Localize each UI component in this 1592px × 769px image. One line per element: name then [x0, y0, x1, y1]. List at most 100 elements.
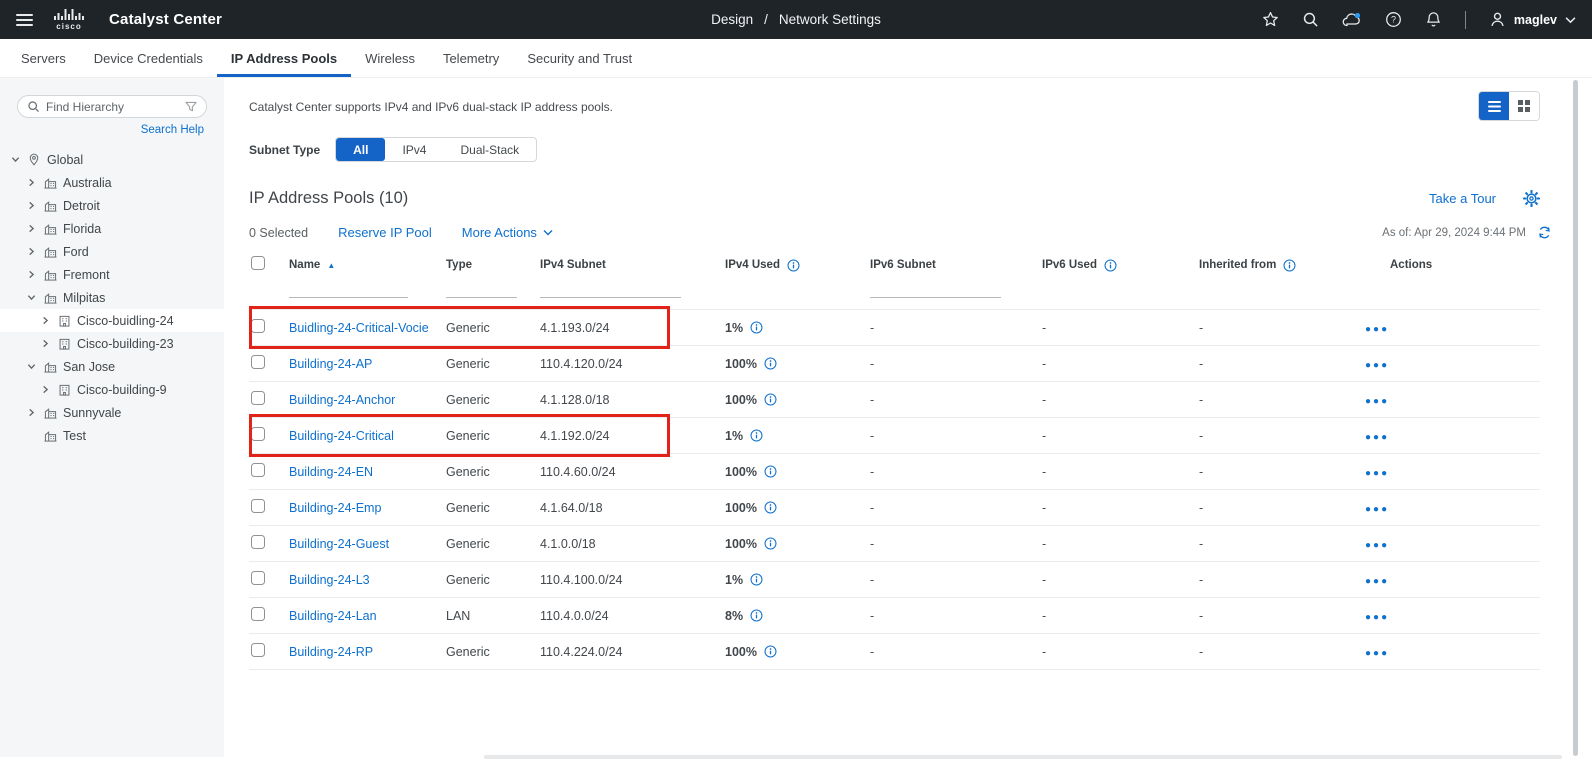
chevron-right-icon[interactable]	[26, 177, 37, 188]
row-checkbox[interactable]	[251, 355, 265, 369]
tree-node-florida[interactable]: Florida	[0, 217, 224, 240]
tree-node-cisco-buidling-24[interactable]: Cisco-buidling-24	[0, 309, 224, 332]
find-hierarchy-input[interactable]	[46, 99, 179, 114]
ipv4-used-info-icon[interactable]	[764, 645, 777, 658]
column-header-ipv4-used[interactable]: IPv4 Used	[725, 259, 870, 272]
filter-input-ipv4-subnet[interactable]	[540, 280, 681, 298]
column-header-ipv6-subnet[interactable]: IPv6 Subnet	[870, 259, 1042, 271]
user-menu[interactable]: maglev	[1489, 11, 1576, 28]
chevron-right-icon[interactable]	[26, 223, 37, 234]
reserve-ip-pool-button[interactable]: Reserve IP Pool	[338, 225, 432, 240]
tree-node-global[interactable]: Global	[0, 148, 224, 171]
pool-name-link[interactable]: Building-24-Critical	[289, 429, 446, 443]
search-icon[interactable]	[1302, 11, 1319, 28]
chevron-right-icon[interactable]	[40, 338, 51, 349]
row-actions-ellipsis-icon[interactable]: ●●●	[1359, 576, 1389, 587]
column-info-icon[interactable]	[787, 259, 800, 272]
pool-name-link[interactable]: Building-24-Lan	[289, 609, 446, 623]
search-help-link[interactable]: Search Help	[0, 124, 224, 136]
ipv4-used-info-icon[interactable]	[764, 393, 777, 406]
refresh-icon[interactable]	[1537, 225, 1552, 240]
chevron-down-icon[interactable]	[26, 292, 37, 303]
column-header-actions[interactable]: Actions	[1359, 259, 1540, 271]
ipv4-used-info-icon[interactable]	[750, 321, 763, 334]
menu-hamburger-icon[interactable]	[16, 13, 33, 26]
tree-node-detroit[interactable]: Detroit	[0, 194, 224, 217]
filter-input-ipv6-subnet[interactable]	[870, 280, 1001, 298]
chevron-right-icon[interactable]	[40, 384, 51, 395]
chevron-right-icon[interactable]	[26, 269, 37, 280]
row-checkbox[interactable]	[251, 535, 265, 549]
tab-telemetry[interactable]: Telemetry	[429, 39, 513, 77]
row-actions-ellipsis-icon[interactable]: ●●●	[1359, 324, 1389, 335]
tree-node-san-jose[interactable]: San Jose	[0, 355, 224, 378]
column-header-type[interactable]: Type	[446, 259, 540, 271]
column-info-icon[interactable]	[1283, 259, 1296, 272]
row-actions-ellipsis-icon[interactable]: ●●●	[1359, 468, 1389, 479]
tree-node-milpitas[interactable]: Milpitas	[0, 286, 224, 309]
select-all-checkbox[interactable]	[251, 255, 265, 270]
filter-input-type[interactable]	[446, 280, 518, 298]
subnet-option-ipv4[interactable]: IPv4	[385, 138, 443, 161]
list-view-button[interactable]	[1479, 92, 1509, 120]
tab-device-credentials[interactable]: Device Credentials	[80, 39, 217, 77]
help-icon[interactable]: ?	[1385, 11, 1402, 28]
chevron-down-icon[interactable]	[26, 361, 37, 372]
chevron-right-icon[interactable]	[26, 200, 37, 211]
ipv4-used-info-icon[interactable]	[764, 501, 777, 514]
row-actions-ellipsis-icon[interactable]: ●●●	[1359, 432, 1389, 443]
row-actions-ellipsis-icon[interactable]: ●●●	[1359, 612, 1389, 623]
column-header-inherited-from[interactable]: Inherited from	[1199, 259, 1359, 272]
ipv4-used-info-icon[interactable]	[764, 465, 777, 478]
row-checkbox[interactable]	[251, 391, 265, 405]
tree-node-cisco-building-23[interactable]: Cisco-building-23	[0, 332, 224, 355]
row-checkbox[interactable]	[251, 643, 265, 657]
pool-name-link[interactable]: Building-24-RP	[289, 645, 446, 659]
notifications-bell-icon[interactable]	[1425, 11, 1442, 28]
cloud-icon[interactable]	[1342, 12, 1362, 28]
filter-icon[interactable]	[185, 101, 197, 113]
row-actions-ellipsis-icon[interactable]: ●●●	[1359, 396, 1389, 407]
star-icon[interactable]	[1262, 11, 1279, 28]
pool-name-link[interactable]: Building-24-Guest	[289, 537, 446, 551]
tree-node-ford[interactable]: Ford	[0, 240, 224, 263]
row-actions-ellipsis-icon[interactable]: ●●●	[1359, 540, 1389, 551]
ipv4-used-info-icon[interactable]	[764, 357, 777, 370]
pool-name-link[interactable]: Building-24-EN	[289, 465, 446, 479]
chevron-down-icon[interactable]	[10, 154, 21, 165]
row-actions-ellipsis-icon[interactable]: ●●●	[1359, 504, 1389, 515]
ipv4-used-info-icon[interactable]	[750, 573, 763, 586]
ipv4-used-info-icon[interactable]	[750, 429, 763, 442]
column-header-name[interactable]: Name ▲	[289, 259, 446, 271]
row-checkbox[interactable]	[251, 427, 265, 441]
column-info-icon[interactable]	[1104, 259, 1117, 272]
pool-name-link[interactable]: Buidling-24-Critical-Vocie	[289, 321, 446, 335]
row-actions-ellipsis-icon[interactable]: ●●●	[1359, 648, 1389, 659]
vertical-scrollbar[interactable]	[1573, 80, 1578, 756]
tree-node-test[interactable]: Test	[0, 424, 224, 447]
subnet-option-dual-stack[interactable]: Dual-Stack	[443, 138, 536, 161]
tree-node-australia[interactable]: Australia	[0, 171, 224, 194]
tab-servers[interactable]: Servers	[7, 39, 80, 77]
column-header-ipv6-used[interactable]: IPv6 Used	[1042, 259, 1199, 272]
subnet-option-all[interactable]: All	[336, 138, 386, 161]
pool-name-link[interactable]: Building-24-Emp	[289, 501, 446, 515]
take-a-tour-link[interactable]: Take a Tour	[1429, 191, 1496, 206]
row-checkbox[interactable]	[251, 463, 265, 477]
chevron-right-icon[interactable]	[26, 246, 37, 257]
pool-name-link[interactable]: Building-24-AP	[289, 357, 446, 371]
filter-input-name[interactable]	[289, 280, 409, 298]
horizontal-scrollbar[interactable]	[484, 755, 1562, 759]
row-checkbox[interactable]	[251, 499, 265, 513]
tree-node-cisco-building-9[interactable]: Cisco-building-9	[0, 378, 224, 401]
tree-node-fremont[interactable]: Fremont	[0, 263, 224, 286]
tab-wireless[interactable]: Wireless	[351, 39, 429, 77]
grid-view-button[interactable]	[1509, 92, 1539, 120]
pool-name-link[interactable]: Building-24-L3	[289, 573, 446, 587]
chevron-right-icon[interactable]	[40, 315, 51, 326]
chevron-right-icon[interactable]	[26, 407, 37, 418]
tree-node-sunnyvale[interactable]: Sunnyvale	[0, 401, 224, 424]
row-checkbox[interactable]	[251, 571, 265, 585]
breadcrumb-section[interactable]: Design	[711, 12, 753, 27]
column-header-ipv4-subnet[interactable]: IPv4 Subnet	[540, 259, 725, 271]
